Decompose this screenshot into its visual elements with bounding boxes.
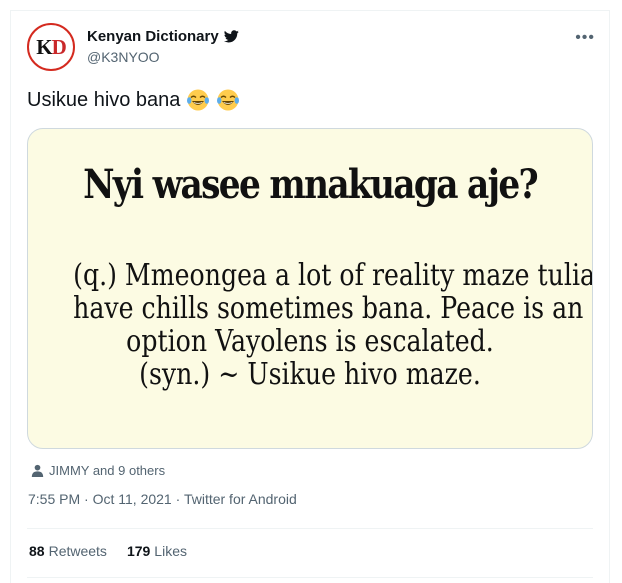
tweet-text: Usikue hivo bana	[27, 88, 240, 112]
person-icon	[31, 464, 44, 477]
media-line: (syn.) ~ Usikue hivo maze.	[139, 357, 481, 392]
media-headline: Nyi wasee mnakuaga aje?	[83, 161, 539, 208]
twitter-bird-icon	[223, 30, 239, 43]
media-line: option Vayolens is escalated.	[126, 324, 494, 359]
tweet-time[interactable]: 7:55 PM	[28, 491, 80, 507]
tweet-stats: 88 Retweets 179 Likes	[29, 543, 207, 559]
tears-of-joy-emoji-icon	[187, 89, 210, 111]
divider	[27, 577, 593, 578]
avatar-logo: KD	[36, 34, 67, 59]
media-line: have chills sometimes bana. Peace is an	[73, 291, 584, 326]
author-name-row: Kenyan Dictionary	[87, 28, 239, 45]
tweet-date[interactable]: Oct 11, 2021	[93, 491, 172, 507]
retweets-stat[interactable]: 88 Retweets	[29, 543, 107, 559]
author-display-name[interactable]: Kenyan Dictionary	[87, 28, 219, 45]
likes-stat[interactable]: 179 Likes	[127, 543, 187, 559]
retweets-count: 88	[29, 543, 45, 559]
tweet-meta: 7:55 PM · Oct 11, 2021 · Twitter for And…	[28, 491, 297, 507]
author-handle[interactable]: @K3NYOO	[87, 49, 160, 65]
liked-by-text: JIMMY and 9 others	[49, 463, 166, 478]
more-horizontal-icon[interactable]: •••	[575, 29, 595, 47]
retweets-label: Retweets	[48, 543, 107, 559]
likes-label: Likes	[154, 543, 187, 559]
media-line: (q.) Mmeongea a lot of reality maze tuli…	[73, 258, 593, 293]
meta-separator: ·	[80, 491, 93, 507]
media-body: (q.) Mmeongea a lot of reality maze tuli…	[73, 258, 593, 392]
divider	[27, 528, 593, 529]
liked-by-row[interactable]: JIMMY and 9 others	[31, 463, 165, 478]
likes-count: 179	[126, 543, 151, 559]
tweet-text-content: Usikue hivo bana	[27, 88, 181, 111]
avatar[interactable]: KD	[27, 23, 75, 71]
tweet-card: KD Kenyan Dictionary @K3NYOO ••• Usikue …	[10, 10, 610, 583]
tweet-source[interactable]: Twitter for Android	[184, 491, 297, 507]
tweet-media-image[interactable]: Nyi wasee mnakuaga aje? (q.) Mmeongea a …	[27, 128, 593, 449]
tears-of-joy-emoji-icon	[217, 89, 240, 111]
meta-separator: ·	[171, 491, 184, 507]
